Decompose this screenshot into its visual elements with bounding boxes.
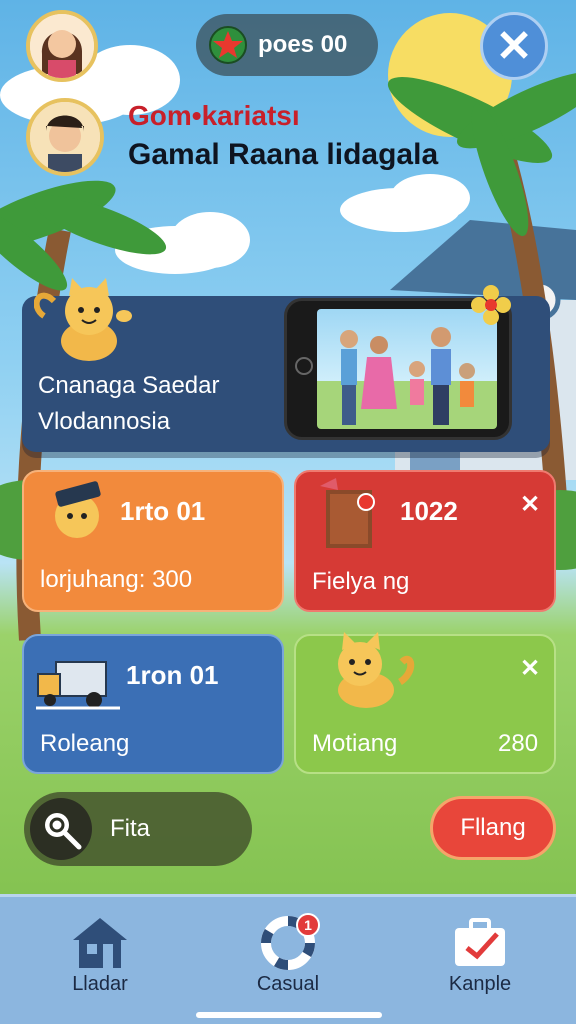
search-bar[interactable]: Fita [24, 792, 252, 866]
coin-counter[interactable]: poes 00 [196, 14, 378, 76]
truck-icon [36, 661, 120, 710]
card-3-subtitle: Roleang [40, 730, 130, 757]
nav-item-home[interactable]: Lladar [30, 913, 170, 996]
banner-line-1: Cnanaga Saedar [38, 372, 220, 399]
banner-text: Cnanaga Saedar Vlodannosia [38, 368, 219, 440]
close-icon: ✕ [495, 21, 533, 71]
card-4-close-icon[interactable]: ✕ [520, 654, 540, 683]
close-button[interactable]: ✕ [480, 12, 548, 80]
banner-line-2: Vlodannosia [38, 408, 171, 435]
card-1-title: 1rto 01 [120, 496, 206, 526]
nav-item-kanple[interactable]: Kanple [410, 913, 550, 996]
notification-badge: 1 [296, 913, 320, 937]
house-icon [73, 918, 127, 968]
avatar-male-icon [30, 102, 100, 172]
search-label: Fita [110, 815, 151, 842]
card-1-subtitle: lorjuhang: 300 [40, 566, 193, 593]
card-2-title: 1022 [400, 496, 458, 526]
briefcase-icon [455, 918, 505, 966]
coin-count: poes 00 [258, 31, 348, 58]
family-illustration [340, 327, 475, 425]
book-icon [320, 478, 375, 548]
player-avatar-female[interactable] [26, 10, 98, 82]
game-scene: poes 00 ✕ Gom•kariatsı Gamal Raana lidag… [0, 0, 576, 1024]
bottom-nav: Lladar 1 Casual Kanple [0, 894, 576, 1024]
nav-label-home: Lladar [72, 973, 128, 995]
player-avatar-male[interactable] [26, 98, 104, 176]
avatar-female-icon [30, 14, 94, 78]
cat-sailor-icon [55, 481, 101, 538]
card-2-subtitle: Fielya ng [312, 568, 410, 595]
mode-card-2[interactable]: 1022 ✕ Fielya ng [294, 470, 556, 612]
mode-card-1[interactable]: 1rto 01 lorjuhang: 300 [22, 470, 284, 612]
search-icon [30, 798, 92, 860]
card-2-close-icon[interactable]: ✕ [520, 490, 540, 519]
mode-card-4[interactable]: ✕ Motiang 280 [294, 632, 556, 774]
card-4-subtitle: Motiang [312, 730, 398, 757]
cat-icon [338, 632, 415, 708]
cat-mascot-icon [34, 278, 132, 361]
play-button[interactable]: Fllang [430, 796, 556, 860]
star-coin-icon [209, 26, 247, 64]
screen-subtitle: Gamal Raana lidagala [128, 138, 439, 171]
nav-item-casual[interactable]: 1 Casual [218, 913, 358, 996]
flower-icon [471, 285, 511, 325]
card-4-value: 280 [498, 730, 539, 757]
play-button-label: Fllang [460, 814, 526, 841]
screen-title: Gom•kariatsı [128, 100, 300, 131]
nav-label-kanple: Kanple [448, 973, 512, 995]
mode-card-3[interactable]: 1ron 01 Roleang [22, 634, 284, 774]
card-3-title: 1ron 01 [126, 660, 219, 690]
home-indicator [196, 1012, 382, 1018]
nav-label-casual: Casual [256, 973, 320, 995]
